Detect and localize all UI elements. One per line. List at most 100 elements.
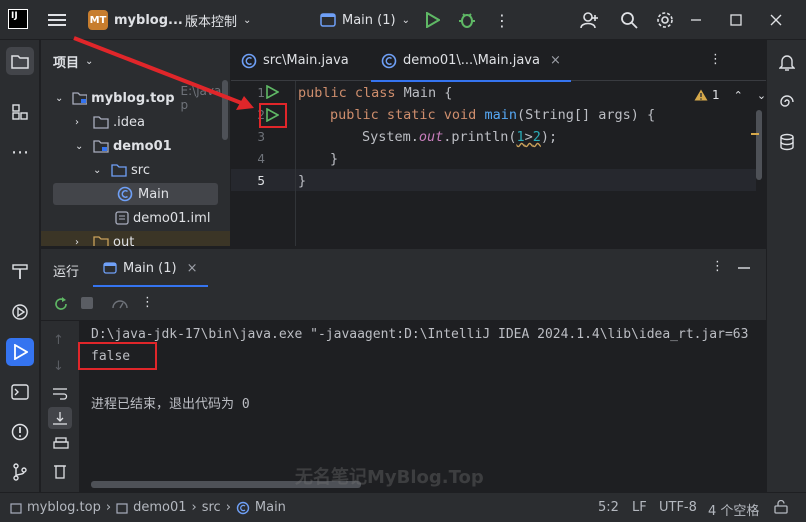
search-button[interactable] xyxy=(620,6,638,34)
scroll-to-end-button[interactable] xyxy=(48,407,72,429)
tree-item-myblog[interactable]: ⌄ myblog.top E:\java-p xyxy=(41,84,230,112)
right-tool-strip xyxy=(766,40,806,492)
close-window-button[interactable] xyxy=(770,6,782,34)
code-line-4[interactable]: } xyxy=(330,151,338,167)
lock-button[interactable] xyxy=(774,500,788,514)
structure-icon xyxy=(12,104,28,120)
arrow-up-icon[interactable]: ↑ xyxy=(53,333,64,348)
console-output[interactable]: D:\java-jdk-17\bin\java.exe "-javaagent:… xyxy=(79,321,766,493)
hide-panel-icon[interactable] xyxy=(738,267,750,269)
tab-demo01-main[interactable]: demo01\...\Main.java × xyxy=(371,40,571,82)
code-token: main xyxy=(484,107,517,123)
chevron-down-icon[interactable]: ⌄ xyxy=(757,89,766,102)
code-token: Main { xyxy=(403,85,453,101)
chevron-right-icon: › xyxy=(191,500,197,515)
arrow-down-icon[interactable]: ↓ xyxy=(53,359,64,374)
build-tool-button[interactable] xyxy=(6,258,34,286)
project-scrollbar[interactable] xyxy=(222,80,228,140)
run-tool-button[interactable] xyxy=(6,338,34,366)
line-separator[interactable]: LF xyxy=(632,500,647,515)
code-line-5[interactable]: } xyxy=(298,173,306,189)
add-user-button[interactable] xyxy=(580,6,598,34)
project-selector[interactable]: MT myblog... ⌄ xyxy=(88,6,197,34)
breadcrumb-item[interactable]: myblog.top xyxy=(27,500,101,515)
tree-item-out[interactable]: › out xyxy=(41,231,230,246)
settings-button[interactable] xyxy=(656,6,674,34)
chevron-up-icon[interactable]: ⌃ xyxy=(734,89,743,102)
indent-setting[interactable]: 4 个空格 xyxy=(708,500,759,519)
close-icon[interactable]: × xyxy=(187,261,198,276)
code-line-2[interactable]: public static void main(String[] args) { xyxy=(330,107,655,123)
project-tool-button[interactable] xyxy=(6,47,34,75)
git-branch-icon xyxy=(13,463,27,481)
run-button[interactable] xyxy=(424,6,440,34)
warning-marker[interactable] xyxy=(751,133,759,135)
terminal-tool-button[interactable] xyxy=(6,378,34,406)
rerun-button[interactable] xyxy=(53,296,69,316)
more-vertical-icon[interactable]: ⋮ xyxy=(141,295,154,310)
run-config-selector[interactable]: Main (1) ⌄ xyxy=(320,6,410,34)
tree-item-idea[interactable]: › .idea xyxy=(41,111,230,133)
play-icon xyxy=(426,12,440,28)
ai-assistant-button[interactable] xyxy=(773,88,801,116)
run-options-button[interactable]: ⋮ xyxy=(711,259,724,274)
project-badge: MT xyxy=(88,10,108,30)
module-icon xyxy=(10,502,22,514)
minimize-button[interactable] xyxy=(690,6,702,34)
database-icon xyxy=(780,133,794,151)
git-tool-button[interactable] xyxy=(6,458,34,486)
problems-tool-button[interactable] xyxy=(6,418,34,446)
tab-src-main[interactable]: src\Main.java xyxy=(231,40,359,81)
editor-tabs: src\Main.java demo01\...\Main.java × ⋮ xyxy=(231,40,766,82)
java-class-icon xyxy=(241,53,257,68)
module-folder-icon xyxy=(72,92,88,105)
caret-position[interactable]: 5:2 xyxy=(598,500,619,515)
stop-button[interactable] xyxy=(81,297,93,309)
run-tab-label: Main (1) xyxy=(123,260,177,276)
soft-wrap-icon[interactable] xyxy=(52,387,68,401)
console-sidebar: ↑ ↓ xyxy=(41,321,79,493)
more-tools-button[interactable]: ⋯ xyxy=(6,138,34,166)
debug-button[interactable] xyxy=(458,6,476,34)
more-actions-button[interactable]: ⋮ xyxy=(494,6,510,34)
bell-icon xyxy=(779,55,795,71)
close-icon[interactable]: × xyxy=(550,53,561,68)
code-line-1[interactable]: public class Main { xyxy=(298,85,452,101)
inspection-widget[interactable]: 1 ⌃ ⌄ xyxy=(694,88,766,102)
breadcrumb-item[interactable]: src xyxy=(202,500,221,515)
main-menu-button[interactable] xyxy=(48,6,66,34)
run-gutter-button[interactable] xyxy=(265,84,280,103)
tree-item-main[interactable]: Main xyxy=(53,183,218,205)
tree-item-demo01[interactable]: ⌄ demo01 xyxy=(41,135,230,157)
warning-count: 1 xyxy=(712,88,720,102)
notifications-button[interactable] xyxy=(773,48,801,76)
project-panel: 项目 ⌄ ⌄ myblog.top E:\java-p › .idea ⌄ de… xyxy=(41,40,230,246)
breadcrumb-item[interactable]: demo01 xyxy=(133,500,186,515)
file-encoding[interactable]: UTF-8 xyxy=(659,500,697,515)
database-button[interactable] xyxy=(773,128,801,156)
print-icon[interactable] xyxy=(53,437,69,451)
code-line-3[interactable]: System.out.println(1>2); xyxy=(362,129,557,145)
terminal-icon xyxy=(11,384,29,400)
breadcrumb-item[interactable]: Main xyxy=(255,500,286,515)
maximize-button[interactable] xyxy=(730,6,742,34)
trash-icon[interactable] xyxy=(53,463,67,479)
tree-item-src[interactable]: ⌄ src xyxy=(41,159,230,181)
project-name: myblog... xyxy=(114,12,183,28)
profiler-button[interactable] xyxy=(111,296,129,316)
tree-item-iml[interactable]: demo01.iml xyxy=(41,207,230,229)
minimize-icon xyxy=(691,19,701,21)
tree-label: src xyxy=(131,162,150,178)
console-line: 进程已结束，退出代码为 0 xyxy=(91,397,250,412)
tabs-more-button[interactable]: ⋮ xyxy=(709,52,722,67)
editor-area: src\Main.java demo01\...\Main.java × ⋮ 1… xyxy=(231,40,766,246)
scroll-to-end-icon xyxy=(53,412,67,425)
vcs-menu[interactable]: 版本控制 ⌄ xyxy=(185,6,251,34)
folder-icon xyxy=(11,55,29,69)
editor-scrollbar[interactable] xyxy=(756,110,762,180)
project-panel-header[interactable]: 项目 ⌄ xyxy=(53,52,93,71)
services-tool-button[interactable] xyxy=(6,298,34,326)
chevron-down-icon: ⌄ xyxy=(55,92,64,104)
run-tab-main[interactable]: Main (1) × xyxy=(93,249,208,287)
structure-tool-button[interactable] xyxy=(6,98,34,126)
